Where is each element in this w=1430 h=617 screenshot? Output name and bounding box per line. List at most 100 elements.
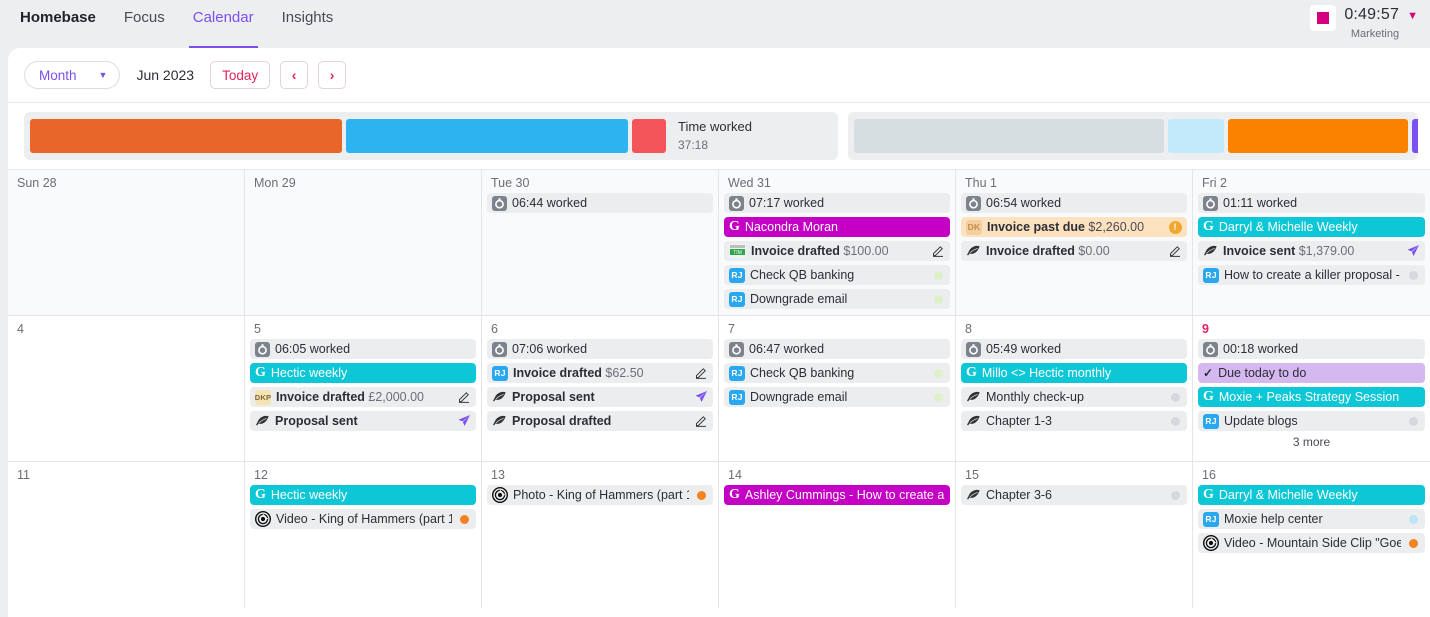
calendar-day-cell[interactable]: Tue 30 06:44 worked [482,170,719,315]
calendar-event[interactable]: TIM Invoice drafted $100.00 [724,241,950,261]
pencil-icon[interactable] [694,415,708,427]
timer-stop-button[interactable] [1310,5,1337,31]
calendar-day-cell[interactable]: 13 Photo - King of Hammers (part 1) [482,462,719,608]
nav-tab-insights[interactable]: Insights [282,0,334,48]
calendar-event[interactable]: RJ Check QB banking [724,363,950,383]
calendar-event[interactable]: 07:17 worked [724,193,950,213]
calendar-event[interactable]: G Moxie + Peaks Strategy Session [1198,387,1425,407]
event-title: Invoice past due $2,260.00 [987,220,1145,234]
pencil-icon[interactable] [457,391,471,403]
time-worked-strip[interactable]: Time worked 37:18 [24,112,838,160]
feather-icon [966,489,981,502]
view-mode-select[interactable]: Month ▼ [24,61,121,89]
calendar-day-cell[interactable]: 14 G Ashley Cummings - How to create a [719,462,956,608]
calendar-event[interactable]: 06:05 worked [250,339,476,359]
calendar-event[interactable]: G Hectic weekly [250,485,476,505]
calendar-event[interactable]: 05:49 worked [961,339,1187,359]
warning-badge: ! [1168,220,1182,234]
calendar-day-cell[interactable]: Thu 1 06:54 worked DK Invoice past due $2,2… [956,170,1193,315]
calendar-day-cell[interactable]: Fri 2 01:11 worked G Darryl & Michelle Week… [1193,170,1430,315]
calendar-day-cell[interactable]: 15 Chapter 3-6 [956,462,1193,608]
chevron-down-icon[interactable]: ▼ [1407,10,1418,22]
calendar-event[interactable]: 06:47 worked [724,339,950,359]
event-title: How to create a killer proposal - # [1224,268,1401,282]
calendar-event[interactable]: G Millo <> Hectic monthly [961,363,1187,383]
calendar-event[interactable]: Proposal sent [250,411,476,431]
calendar-event[interactable]: Chapter 3-6 [961,485,1187,505]
calendar-day-cell[interactable]: 7 06:47 worked RJ Check QB banking RJ Downgra… [719,316,956,461]
secondary-timeline-strip[interactable] [848,112,1418,160]
pencil-icon[interactable] [694,367,708,379]
grey-dot-icon [1406,416,1420,426]
calendar-event[interactable]: Proposal drafted [487,411,713,431]
calendar-event[interactable]: ✓ Due today to do [1198,363,1425,383]
timeline-segment-right-2[interactable] [1228,119,1408,153]
calendar-event[interactable]: 00:18 worked [1198,339,1425,359]
calendar-event[interactable]: Proposal sent [487,387,713,407]
calendar-event[interactable]: Video - King of Hammers (part 1) [250,509,476,529]
calendar-event[interactable]: G Darryl & Michelle Weekly [1198,485,1425,505]
spiral-logo-icon [1203,535,1219,551]
calendar-event[interactable]: RJ Moxie help center [1198,509,1425,529]
calendar-event[interactable]: RJ Downgrade email [724,289,950,309]
timeline-segment-left-2[interactable] [632,119,666,153]
calendar-event[interactable]: Video - Mountain Side Clip "Goes [1198,533,1425,553]
timeline-segment-right-3[interactable] [1412,119,1418,153]
calendar-day-cell[interactable]: 12 G Hectic weekly Video - King of Hammers … [245,462,482,608]
secondary-timeline-segments [854,119,1418,153]
calendar-event[interactable]: RJ Invoice drafted $62.50 [487,363,713,383]
pencil-icon[interactable] [931,245,945,257]
calendar-event[interactable]: 01:11 worked [1198,193,1425,213]
calendar-day-cell[interactable]: 5 06:05 worked G Hectic weekly DKP Invoice dr… [245,316,482,461]
send-plane-icon[interactable] [457,414,471,428]
calendar-day-cell[interactable]: Sun 28 [8,170,245,315]
google-g-icon: G [729,487,740,502]
calendar-event[interactable]: RJ Check QB banking [724,265,950,285]
timeline-segment-left-1[interactable] [346,119,628,153]
calendar-event[interactable]: G Nacondra Moran [724,217,950,237]
calendar-event[interactable]: DKP Invoice drafted £2,000.00 [250,387,476,407]
calendar-event[interactable]: Photo - King of Hammers (part 1) [487,485,713,505]
event-title: Invoice drafted $62.50 [513,366,644,380]
show-more-events-link[interactable]: 3 more [1198,435,1425,449]
calendar-event[interactable]: DK Invoice past due $2,260.00! [961,217,1187,237]
feather-icon [1203,245,1218,258]
pencil-icon[interactable] [1168,245,1182,257]
calendar-day-cell[interactable]: 9 00:18 worked ✓ Due today to do G Moxie + Pe… [1193,316,1430,461]
calendar-event[interactable]: G Darryl & Michelle Weekly [1198,217,1425,237]
calendar-day-cell[interactable]: 6 07:06 worked RJ Invoice drafted $62.50 Pro… [482,316,719,461]
calendar-event[interactable]: Invoice sent $1,379.00 [1198,241,1425,261]
send-plane-icon[interactable] [1406,244,1420,258]
day-number-label: 8 [965,322,972,336]
calendar-event[interactable]: 06:54 worked [961,193,1187,213]
calendar-event[interactable]: 06:44 worked [487,193,713,213]
calendar-event[interactable]: Invoice drafted $0.00 [961,241,1187,261]
calendar-event[interactable]: 07:06 worked [487,339,713,359]
calendar-day-cell[interactable]: Wed 31 07:17 worked G Nacondra Moran TIM Invo… [719,170,956,315]
timeline-segment-right-0[interactable] [854,119,1164,153]
calendar-event[interactable]: G Ashley Cummings - How to create a [724,485,950,505]
timeline-segment-left-0[interactable] [30,119,342,153]
calendar-event[interactable]: Monthly check-up [961,387,1187,407]
send-plane-icon[interactable] [694,390,708,404]
calendar-event[interactable]: RJ How to create a killer proposal - # [1198,265,1425,285]
calendar-day-cell[interactable]: 11 [8,462,245,608]
today-button[interactable]: Today [210,61,271,89]
calendar-day-cell[interactable]: 4 [8,316,245,461]
nav-tab-homebase[interactable]: Homebase [20,0,96,48]
calendar-day-cell[interactable]: 8 05:49 worked G Millo <> Hectic monthly Mon… [956,316,1193,461]
stopwatch-icon [966,341,981,357]
next-period-button[interactable]: › [318,61,347,89]
calendar-event[interactable]: G Hectic weekly [250,363,476,383]
calendar-event[interactable]: Chapter 1-3 [961,411,1187,431]
calendar-event[interactable]: RJ Update blogs [1198,411,1425,431]
nav-tab-focus[interactable]: Focus [124,0,165,48]
calendar-day-cell[interactable]: Mon 29 [245,170,482,315]
google-g-icon: G [729,219,740,234]
prev-period-button[interactable]: ‹ [280,61,309,89]
calendar-day-cell[interactable]: 16 G Darryl & Michelle Weekly RJ Moxie help … [1193,462,1430,608]
event-title: Hectic weekly [270,366,348,380]
timeline-segment-right-1[interactable] [1168,119,1224,153]
calendar-event[interactable]: RJ Downgrade email [724,387,950,407]
nav-tab-calendar[interactable]: Calendar [188,0,258,48]
